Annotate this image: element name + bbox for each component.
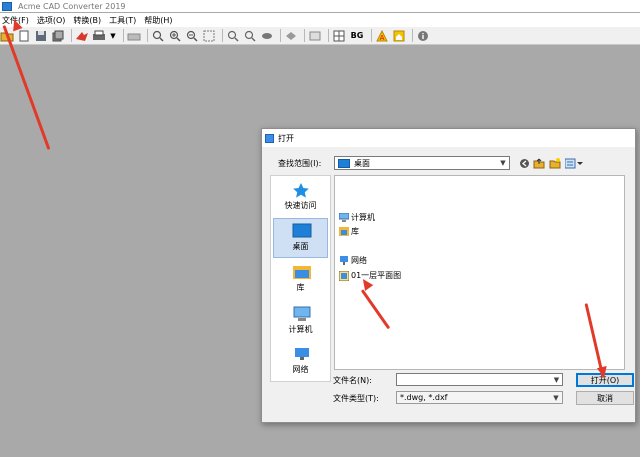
dialog-title-bar: 打开 bbox=[262, 129, 635, 147]
zoom-icon[interactable] bbox=[151, 29, 165, 43]
cancel-button[interactable]: 取消 bbox=[576, 391, 634, 405]
chevron-down-icon[interactable]: ▼ bbox=[551, 374, 562, 385]
chevron-down-icon: ▼ bbox=[553, 393, 559, 402]
computer-icon bbox=[292, 306, 310, 321]
eye-icon[interactable] bbox=[260, 29, 274, 43]
toolbar-separator bbox=[280, 29, 281, 42]
list-item-dwg-file[interactable]: 01一层平面图 bbox=[338, 269, 402, 281]
toolbar-separator bbox=[147, 29, 148, 42]
dialog-title: 打开 bbox=[278, 133, 294, 143]
app-title-bar: Acme CAD Converter 2019 bbox=[0, 0, 640, 12]
look-in-select[interactable]: 桌面 ▼ bbox=[334, 156, 510, 170]
info-icon[interactable] bbox=[416, 29, 430, 43]
document-icon[interactable] bbox=[17, 29, 31, 43]
list-item-network[interactable]: 网络 bbox=[339, 254, 367, 266]
places-bar: 快速访问 桌面 库 计算机 网络 bbox=[270, 175, 331, 382]
place-computer[interactable]: 计算机 bbox=[273, 302, 328, 342]
toolbar-separator bbox=[371, 29, 372, 42]
network-icon bbox=[292, 346, 310, 360]
dropdown-arrow-icon[interactable]: ▼ bbox=[109, 29, 117, 43]
place-label: 快速访问 bbox=[284, 201, 317, 210]
grid-icon[interactable] bbox=[332, 29, 346, 43]
back-icon[interactable] bbox=[518, 157, 530, 169]
file-list[interactable]: 计算机 库 网络 01一层平面图 bbox=[334, 175, 625, 370]
file-name: 01一层平面图 bbox=[351, 270, 402, 280]
file-name: 库 bbox=[351, 226, 359, 236]
filename-input[interactable] bbox=[396, 373, 563, 386]
place-label: 桌面 bbox=[292, 242, 309, 251]
chevron-down-icon: ▼ bbox=[500, 159, 506, 167]
place-label: 网络 bbox=[292, 365, 309, 374]
toolbar-separator bbox=[123, 29, 124, 42]
place-label: 计算机 bbox=[288, 325, 313, 334]
dwg-file-icon bbox=[338, 270, 350, 281]
up-folder-icon[interactable] bbox=[533, 157, 545, 169]
warning-icon[interactable]: A bbox=[375, 29, 389, 43]
zoom-extents-icon[interactable] bbox=[202, 29, 216, 43]
place-desktop[interactable]: 桌面 bbox=[273, 218, 328, 258]
toolbar-separator bbox=[412, 29, 413, 42]
view-menu-icon[interactable] bbox=[565, 157, 583, 169]
app-logo-icon bbox=[2, 1, 12, 11]
zoom-window-icon[interactable] bbox=[226, 29, 240, 43]
list-item-library[interactable]: 库 bbox=[339, 225, 359, 237]
new-folder-icon[interactable] bbox=[549, 157, 561, 169]
layers-icon[interactable] bbox=[284, 29, 298, 43]
convert-icon[interactable] bbox=[75, 29, 89, 43]
file-name: 网络 bbox=[351, 255, 367, 265]
menu-tools[interactable]: 工具(T) bbox=[107, 15, 142, 26]
window-icon[interactable] bbox=[308, 29, 322, 43]
file-name: 计算机 bbox=[351, 212, 375, 222]
filename-label: 文件名(N): bbox=[333, 376, 372, 385]
filetype-label: 文件类型(T): bbox=[333, 394, 379, 403]
printer-icon[interactable] bbox=[127, 29, 141, 43]
filetype-value: *.dwg, *.dxf bbox=[400, 393, 448, 402]
batch-icon[interactable] bbox=[51, 29, 65, 43]
home-icon[interactable] bbox=[392, 29, 406, 43]
library-icon bbox=[339, 226, 349, 236]
list-item-computer[interactable]: 计算机 bbox=[338, 211, 375, 223]
zoom-realtime-icon[interactable] bbox=[243, 29, 257, 43]
place-quick-access[interactable]: 快速访问 bbox=[273, 178, 328, 218]
toolbar-separator bbox=[304, 29, 305, 42]
place-library[interactable]: 库 bbox=[273, 260, 328, 300]
filetype-select[interactable]: *.dwg, *.dxf ▼ bbox=[396, 391, 563, 404]
network-icon bbox=[339, 255, 349, 265]
toolbar: ▼ BG A bbox=[0, 27, 640, 45]
background-toggle-button[interactable]: BG bbox=[349, 29, 365, 43]
computer-icon bbox=[338, 212, 350, 222]
toolbar-separator bbox=[222, 29, 223, 42]
annotation-arrow-head bbox=[596, 366, 610, 379]
menu-help[interactable]: 帮助(H) bbox=[142, 15, 178, 26]
place-network[interactable]: 网络 bbox=[273, 342, 328, 382]
look-in-label: 查找范围(I): bbox=[278, 159, 322, 168]
svg-text:A: A bbox=[380, 34, 385, 42]
toolbar-separator bbox=[328, 29, 329, 42]
place-label: 库 bbox=[296, 283, 305, 292]
desktop-folder-icon bbox=[338, 158, 350, 168]
app-title: Acme CAD Converter 2019 bbox=[18, 1, 126, 11]
library-icon bbox=[292, 264, 311, 279]
open-file-dialog: 打开 查找范围(I): 桌面 ▼ 快速访问 桌面 库 计算机 网络 计算机 库 … bbox=[261, 128, 636, 423]
zoom-in-icon[interactable] bbox=[168, 29, 182, 43]
star-icon bbox=[292, 182, 310, 198]
dialog-app-icon bbox=[265, 133, 274, 143]
save-icon[interactable] bbox=[34, 29, 48, 43]
look-in-value: 桌面 bbox=[354, 158, 370, 168]
print-icon[interactable] bbox=[92, 29, 106, 43]
desktop-icon bbox=[292, 223, 311, 238]
toolbar-separator bbox=[71, 29, 72, 42]
menu-bar: 文件(F) 选项(O) 转换(B) 工具(T) 帮助(H) bbox=[0, 13, 640, 27]
menu-options[interactable]: 选项(O) bbox=[35, 15, 72, 26]
menu-convert[interactable]: 转换(B) bbox=[71, 15, 107, 26]
zoom-out-icon[interactable] bbox=[185, 29, 199, 43]
